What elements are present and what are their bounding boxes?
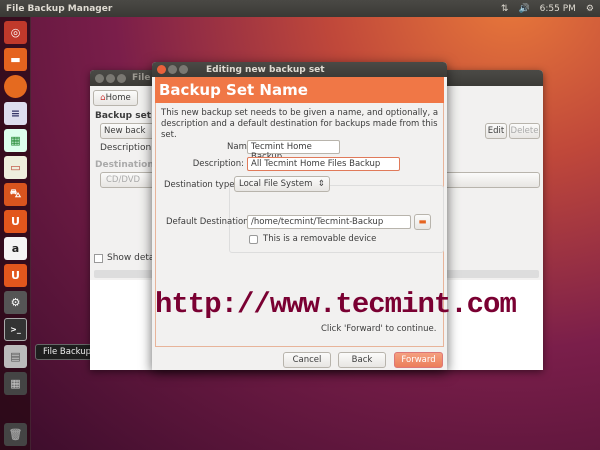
- writer-icon[interactable]: ≡: [4, 102, 27, 125]
- file-backup-manager-icon[interactable]: ▤: [4, 345, 27, 368]
- app-title: File Backup Manager: [6, 3, 113, 14]
- spinner-icon: ⇕: [317, 179, 325, 189]
- destination-type-label: Destination type:: [164, 180, 238, 190]
- dialog-header: Backup Set Name: [155, 77, 444, 103]
- show-details[interactable]: Show detail: [94, 253, 159, 263]
- default-destination-input[interactable]: /home/tecmint/Tecmint-Backup: [247, 215, 411, 229]
- edit-button[interactable]: Edit: [485, 123, 507, 139]
- close-icon[interactable]: [95, 73, 104, 83]
- terminal-icon[interactable]: >_: [4, 318, 27, 341]
- window-title: File: [132, 73, 151, 83]
- destination-label: Destination: [95, 160, 154, 170]
- minimize-icon[interactable]: [168, 65, 177, 74]
- dialog-title: Editing new backup set: [206, 64, 325, 75]
- description-input[interactable]: All Tecmint Home Files Backup: [247, 157, 400, 171]
- amazon-icon[interactable]: a: [4, 237, 27, 260]
- watermark: http://www.tecmint.com: [155, 288, 517, 321]
- maximize-icon[interactable]: [117, 73, 126, 83]
- removable-device-option[interactable]: This is a removable device: [249, 234, 376, 244]
- name-label: Name:: [227, 142, 255, 152]
- network-icon[interactable]: ⇅: [501, 4, 509, 14]
- edit-backup-set-dialog: Editing new backup set Backup Set Name T…: [152, 62, 447, 370]
- dash-icon[interactable]: ◎: [4, 21, 27, 44]
- minimize-icon[interactable]: [106, 73, 115, 83]
- launcher: ◎ ▬ ≡ ▦ ▭ ⛍ U a U ⚙ >_ ▤ ▦ 🗑: [0, 17, 31, 450]
- delete-button[interactable]: Delete: [509, 123, 540, 139]
- calc-icon[interactable]: ▦: [4, 129, 27, 152]
- description-label: Description:: [192, 159, 244, 169]
- name-input[interactable]: Tecmint Home Backup: [247, 140, 340, 162]
- backup-set-label: Backup set: [95, 111, 151, 121]
- maximize-icon[interactable]: [179, 65, 188, 74]
- impress-icon[interactable]: ▭: [4, 156, 27, 179]
- close-icon[interactable]: [157, 65, 166, 74]
- destination-type-select[interactable]: Local File System ⇕: [234, 176, 330, 192]
- firefox-icon[interactable]: [4, 75, 27, 98]
- home-tab[interactable]: ⌂ Home: [93, 90, 138, 106]
- default-destination-label: Default Destination:: [166, 217, 252, 227]
- ubuntu-one-icon[interactable]: U: [4, 210, 27, 233]
- top-panel: File Backup Manager ⇅ 🔊 6:55 PM ⚙: [0, 0, 600, 17]
- software-center-icon[interactable]: ⛍: [4, 183, 27, 206]
- forward-button[interactable]: Forward: [394, 352, 443, 368]
- description-label: Description:: [100, 143, 155, 153]
- removable-checkbox[interactable]: [249, 234, 258, 244]
- cancel-button[interactable]: Cancel: [283, 352, 331, 368]
- files-icon[interactable]: ▬: [4, 48, 27, 71]
- system-settings-icon[interactable]: ⚙: [4, 291, 27, 314]
- folder-icon: ▬: [418, 217, 427, 227]
- ubuntu-one-music-icon[interactable]: U: [4, 264, 27, 287]
- browse-folder-button[interactable]: ▬: [414, 214, 431, 230]
- workspaces-icon[interactable]: ▦: [4, 372, 27, 395]
- volume-icon[interactable]: 🔊: [518, 4, 529, 14]
- show-details-checkbox[interactable]: [94, 253, 103, 263]
- forward-hint: Click 'Forward' to continue.: [321, 324, 437, 334]
- gear-icon[interactable]: ⚙: [586, 4, 594, 14]
- trash-icon[interactable]: 🗑: [4, 423, 27, 446]
- intro-text: This new backup set needs to be given a …: [161, 108, 439, 140]
- back-button[interactable]: Back: [338, 352, 386, 368]
- clock[interactable]: 6:55 PM: [540, 4, 576, 14]
- backup-set-select[interactable]: New back: [100, 123, 155, 139]
